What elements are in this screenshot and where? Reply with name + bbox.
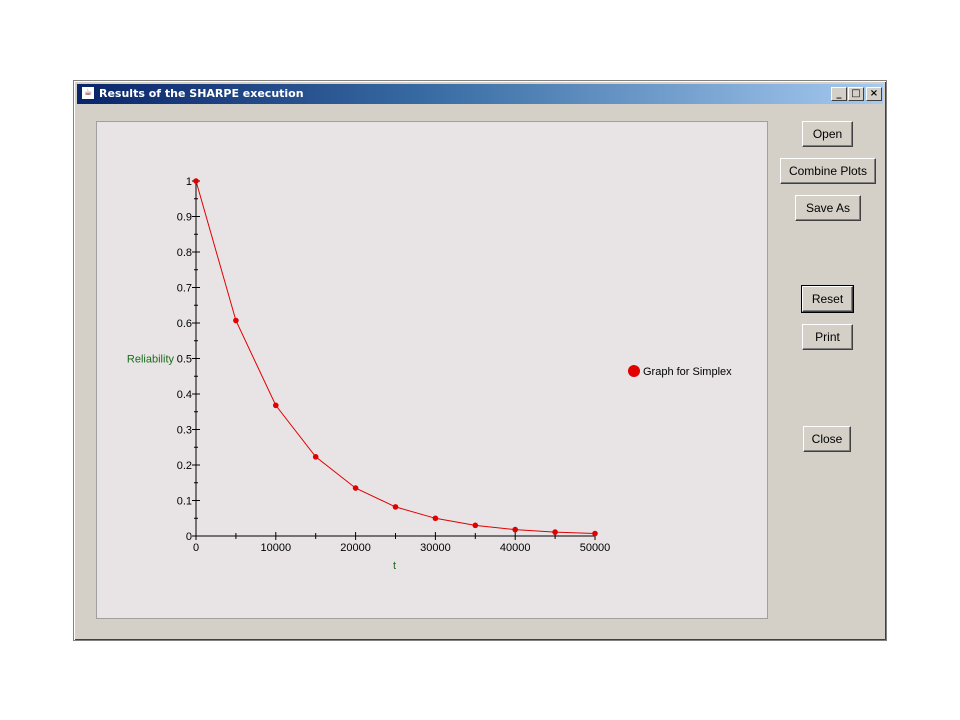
legend-marker <box>628 365 640 377</box>
app-icon: ☕ <box>81 86 95 100</box>
maximize-button[interactable]: □ <box>848 87 864 101</box>
legend-label: Graph for Simplex <box>643 366 732 378</box>
y-tick-label: 1 <box>186 176 192 188</box>
x-tick-label: 10000 <box>261 542 292 554</box>
series-line <box>195 180 596 534</box>
y-tick-label: 0.8 <box>177 247 192 259</box>
minimize-button[interactable]: _ <box>831 87 847 101</box>
data-point <box>312 454 319 460</box>
print-button[interactable]: Print <box>802 324 853 350</box>
close-button[interactable]: Close <box>803 426 851 452</box>
x-tick-label: 50000 <box>580 542 611 554</box>
y-tick-label: 0.7 <box>177 283 192 295</box>
data-point <box>193 178 199 184</box>
x-axis-title: t <box>393 560 396 572</box>
y-tick-label: 0 <box>186 531 192 543</box>
open-button[interactable]: Open <box>802 121 853 147</box>
data-point <box>512 526 518 533</box>
y-tick-label: 0.1 <box>177 496 192 508</box>
x-tick-label: 40000 <box>500 542 531 554</box>
x-tick-label: 20000 <box>340 542 371 554</box>
x-tick-label: 30000 <box>420 542 451 554</box>
combine-plots-button[interactable]: Combine Plots <box>780 158 876 184</box>
y-tick-label: 0.5 <box>177 354 192 366</box>
close-window-button[interactable]: × <box>866 87 882 101</box>
y-tick-label: 0.4 <box>177 389 192 401</box>
plot-panel: 0 10000 20000 30000 40000 50000 0 0.1 0.2 0.3 0.4 0… <box>96 121 768 619</box>
title-bar[interactable]: ☕ Results of the SHARPE execution _ □ × <box>77 84 883 104</box>
data-point <box>592 530 598 537</box>
data-point <box>552 529 558 535</box>
save-as-button[interactable]: Save As <box>795 195 861 221</box>
reset-button[interactable]: Reset <box>801 285 854 313</box>
y-tick-label: 0.6 <box>177 318 192 330</box>
x-tick-label: 0 <box>193 542 199 554</box>
data-point <box>432 515 439 522</box>
data-point <box>233 317 239 324</box>
y-tick-label: 0.3 <box>177 425 192 437</box>
y-tick-label: 0.2 <box>177 460 192 472</box>
data-point <box>472 522 479 529</box>
reliability-chart: 0 10000 20000 30000 40000 50000 0 0.1 0.2 0.3 0.4 0… <box>127 176 732 572</box>
data-point <box>392 504 399 510</box>
results-window: ☕ Results of the SHARPE execution _ □ × … <box>73 80 887 641</box>
window-title: Results of the SHARPE execution <box>99 87 304 100</box>
y-tick-label: 0.9 <box>177 212 192 224</box>
y-axis-title: Reliability <box>127 354 175 366</box>
data-point <box>352 485 359 491</box>
data-point <box>273 402 279 409</box>
